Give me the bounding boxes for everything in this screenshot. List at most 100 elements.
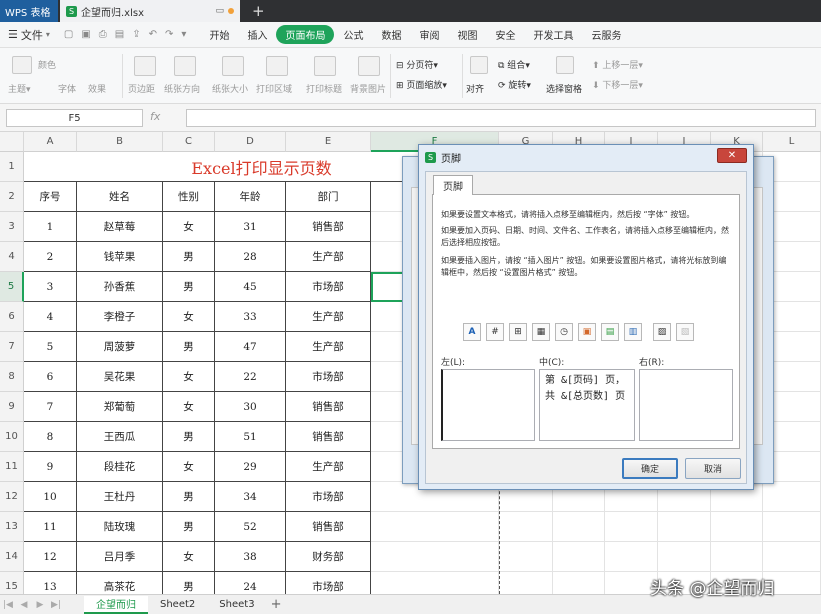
paper-size-button[interactable]: 纸张大小: [212, 82, 248, 95]
theme-button-label[interactable]: 主题▾: [8, 82, 31, 95]
index-cell[interactable]: 2: [24, 242, 77, 272]
formula-input[interactable]: [186, 109, 816, 127]
name-cell[interactable]: 郑葡萄: [77, 392, 163, 422]
tab-cloud-services[interactable]: 云服务: [582, 25, 630, 44]
orientation-button[interactable]: 纸张方向: [164, 82, 200, 95]
effects-button[interactable]: 效果: [88, 82, 106, 95]
row-header[interactable]: 1: [0, 152, 24, 182]
page-break-button[interactable]: ⊟ 分页符▾: [396, 58, 438, 71]
left-section-field[interactable]: [441, 369, 535, 441]
empty-cell[interactable]: [499, 542, 553, 572]
gender-cell[interactable]: 男: [163, 272, 215, 302]
age-cell[interactable]: 33: [215, 302, 286, 332]
row-header[interactable]: 3: [0, 212, 24, 242]
column-title-cell[interactable]: 姓名: [77, 182, 163, 212]
cancel-button[interactable]: 取消: [685, 458, 741, 479]
select-pane-button[interactable]: 选择窗格: [546, 82, 582, 95]
name-cell[interactable]: 赵草莓: [77, 212, 163, 242]
undo-icon[interactable]: ↶: [149, 29, 157, 40]
print-area-icon[interactable]: [266, 56, 288, 76]
empty-cell[interactable]: [658, 542, 711, 572]
tab-footer[interactable]: 页脚: [433, 175, 473, 195]
department-cell[interactable]: 销售部: [286, 392, 371, 422]
column-title-cell[interactable]: 序号: [24, 182, 77, 212]
send-backward-button[interactable]: ⬇ 下移一层▾: [592, 78, 643, 91]
select-pane-icon[interactable]: [556, 56, 574, 74]
tab-developer[interactable]: 开发工具: [524, 25, 582, 44]
new-tab-plus-icon[interactable]: +: [240, 0, 265, 22]
last-sheet-icon[interactable]: ▶|: [48, 600, 64, 610]
column-title-cell[interactable]: 性别: [163, 182, 215, 212]
monitor-icon[interactable]: ▭: [215, 6, 224, 16]
print-icon[interactable]: ⎙: [99, 29, 107, 40]
document-tab[interactable]: S 企望而归.xlsx ▭: [60, 0, 240, 22]
age-cell[interactable]: 45: [215, 272, 286, 302]
column-title-cell[interactable]: 年龄: [215, 182, 286, 212]
age-cell[interactable]: 52: [215, 512, 286, 542]
index-cell[interactable]: 13: [24, 572, 77, 594]
department-cell[interactable]: 生产部: [286, 452, 371, 482]
orientation-icon[interactable]: [174, 56, 196, 76]
gender-cell[interactable]: 男: [163, 512, 215, 542]
tab-security[interactable]: 安全: [486, 25, 524, 44]
row-header[interactable]: 11: [0, 452, 24, 482]
gender-cell[interactable]: 男: [163, 572, 215, 594]
file-menu[interactable]: ☰ 文件 ▾: [8, 27, 50, 43]
empty-cell[interactable]: [763, 512, 821, 542]
name-cell[interactable]: 吕月季: [77, 542, 163, 572]
row-header[interactable]: 12: [0, 482, 24, 512]
row-header[interactable]: 9: [0, 392, 24, 422]
name-cell[interactable]: 李橙子: [77, 302, 163, 332]
index-cell[interactable]: 7: [24, 392, 77, 422]
align-icon[interactable]: [470, 56, 488, 74]
empty-cell[interactable]: [371, 542, 499, 572]
name-cell[interactable]: 吴花果: [77, 362, 163, 392]
print-titles-button[interactable]: 打印标题: [306, 82, 342, 95]
right-section-field[interactable]: [639, 369, 733, 441]
margins-icon[interactable]: [134, 56, 156, 76]
dialog-title-bar[interactable]: S 页脚 ✕: [419, 145, 753, 169]
first-sheet-icon[interactable]: |◀: [0, 600, 16, 610]
index-cell[interactable]: 9: [24, 452, 77, 482]
empty-cell[interactable]: [711, 542, 763, 572]
tab-review[interactable]: 审阅: [410, 25, 448, 44]
paper-size-icon[interactable]: [222, 56, 244, 76]
empty-cell[interactable]: [763, 542, 821, 572]
department-cell[interactable]: 市场部: [286, 572, 371, 594]
age-cell[interactable]: 51: [215, 422, 286, 452]
empty-cell[interactable]: [371, 512, 499, 542]
add-sheet-icon[interactable]: +: [271, 597, 282, 612]
font-icon[interactable]: A: [463, 323, 481, 341]
gender-cell[interactable]: 男: [163, 482, 215, 512]
age-cell[interactable]: 24: [215, 572, 286, 594]
row-header[interactable]: 10: [0, 422, 24, 452]
row-header[interactable]: 2: [0, 182, 24, 212]
tab-view[interactable]: 视图: [448, 25, 486, 44]
index-cell[interactable]: 5: [24, 332, 77, 362]
open-folder-icon[interactable]: ▢: [64, 29, 73, 40]
department-cell[interactable]: 生产部: [286, 332, 371, 362]
column-header-c[interactable]: C: [163, 132, 215, 152]
index-cell[interactable]: 3: [24, 272, 77, 302]
name-cell[interactable]: 王杜丹: [77, 482, 163, 512]
department-cell[interactable]: 销售部: [286, 212, 371, 242]
gender-cell[interactable]: 女: [163, 392, 215, 422]
gender-cell[interactable]: 女: [163, 302, 215, 332]
empty-cell[interactable]: [553, 542, 605, 572]
column-title-cell[interactable]: 部门: [286, 182, 371, 212]
column-header-e[interactable]: E: [286, 132, 371, 152]
tab-home[interactable]: 开始: [200, 25, 238, 44]
row-header[interactable]: 13: [0, 512, 24, 542]
department-cell[interactable]: 市场部: [286, 272, 371, 302]
sheet-tab-3[interactable]: Sheet3: [207, 596, 266, 614]
gender-cell[interactable]: 男: [163, 422, 215, 452]
print-titles-icon[interactable]: [314, 56, 336, 76]
row-header[interactable]: 8: [0, 362, 24, 392]
row-header[interactable]: 15: [0, 572, 24, 594]
empty-cell[interactable]: [605, 542, 658, 572]
prev-sheet-icon[interactable]: ◀: [16, 600, 32, 610]
gender-cell[interactable]: 女: [163, 542, 215, 572]
file-name-icon[interactable]: ▤: [601, 323, 619, 341]
empty-cell[interactable]: [553, 512, 605, 542]
margins-button[interactable]: 页边距: [128, 82, 155, 95]
